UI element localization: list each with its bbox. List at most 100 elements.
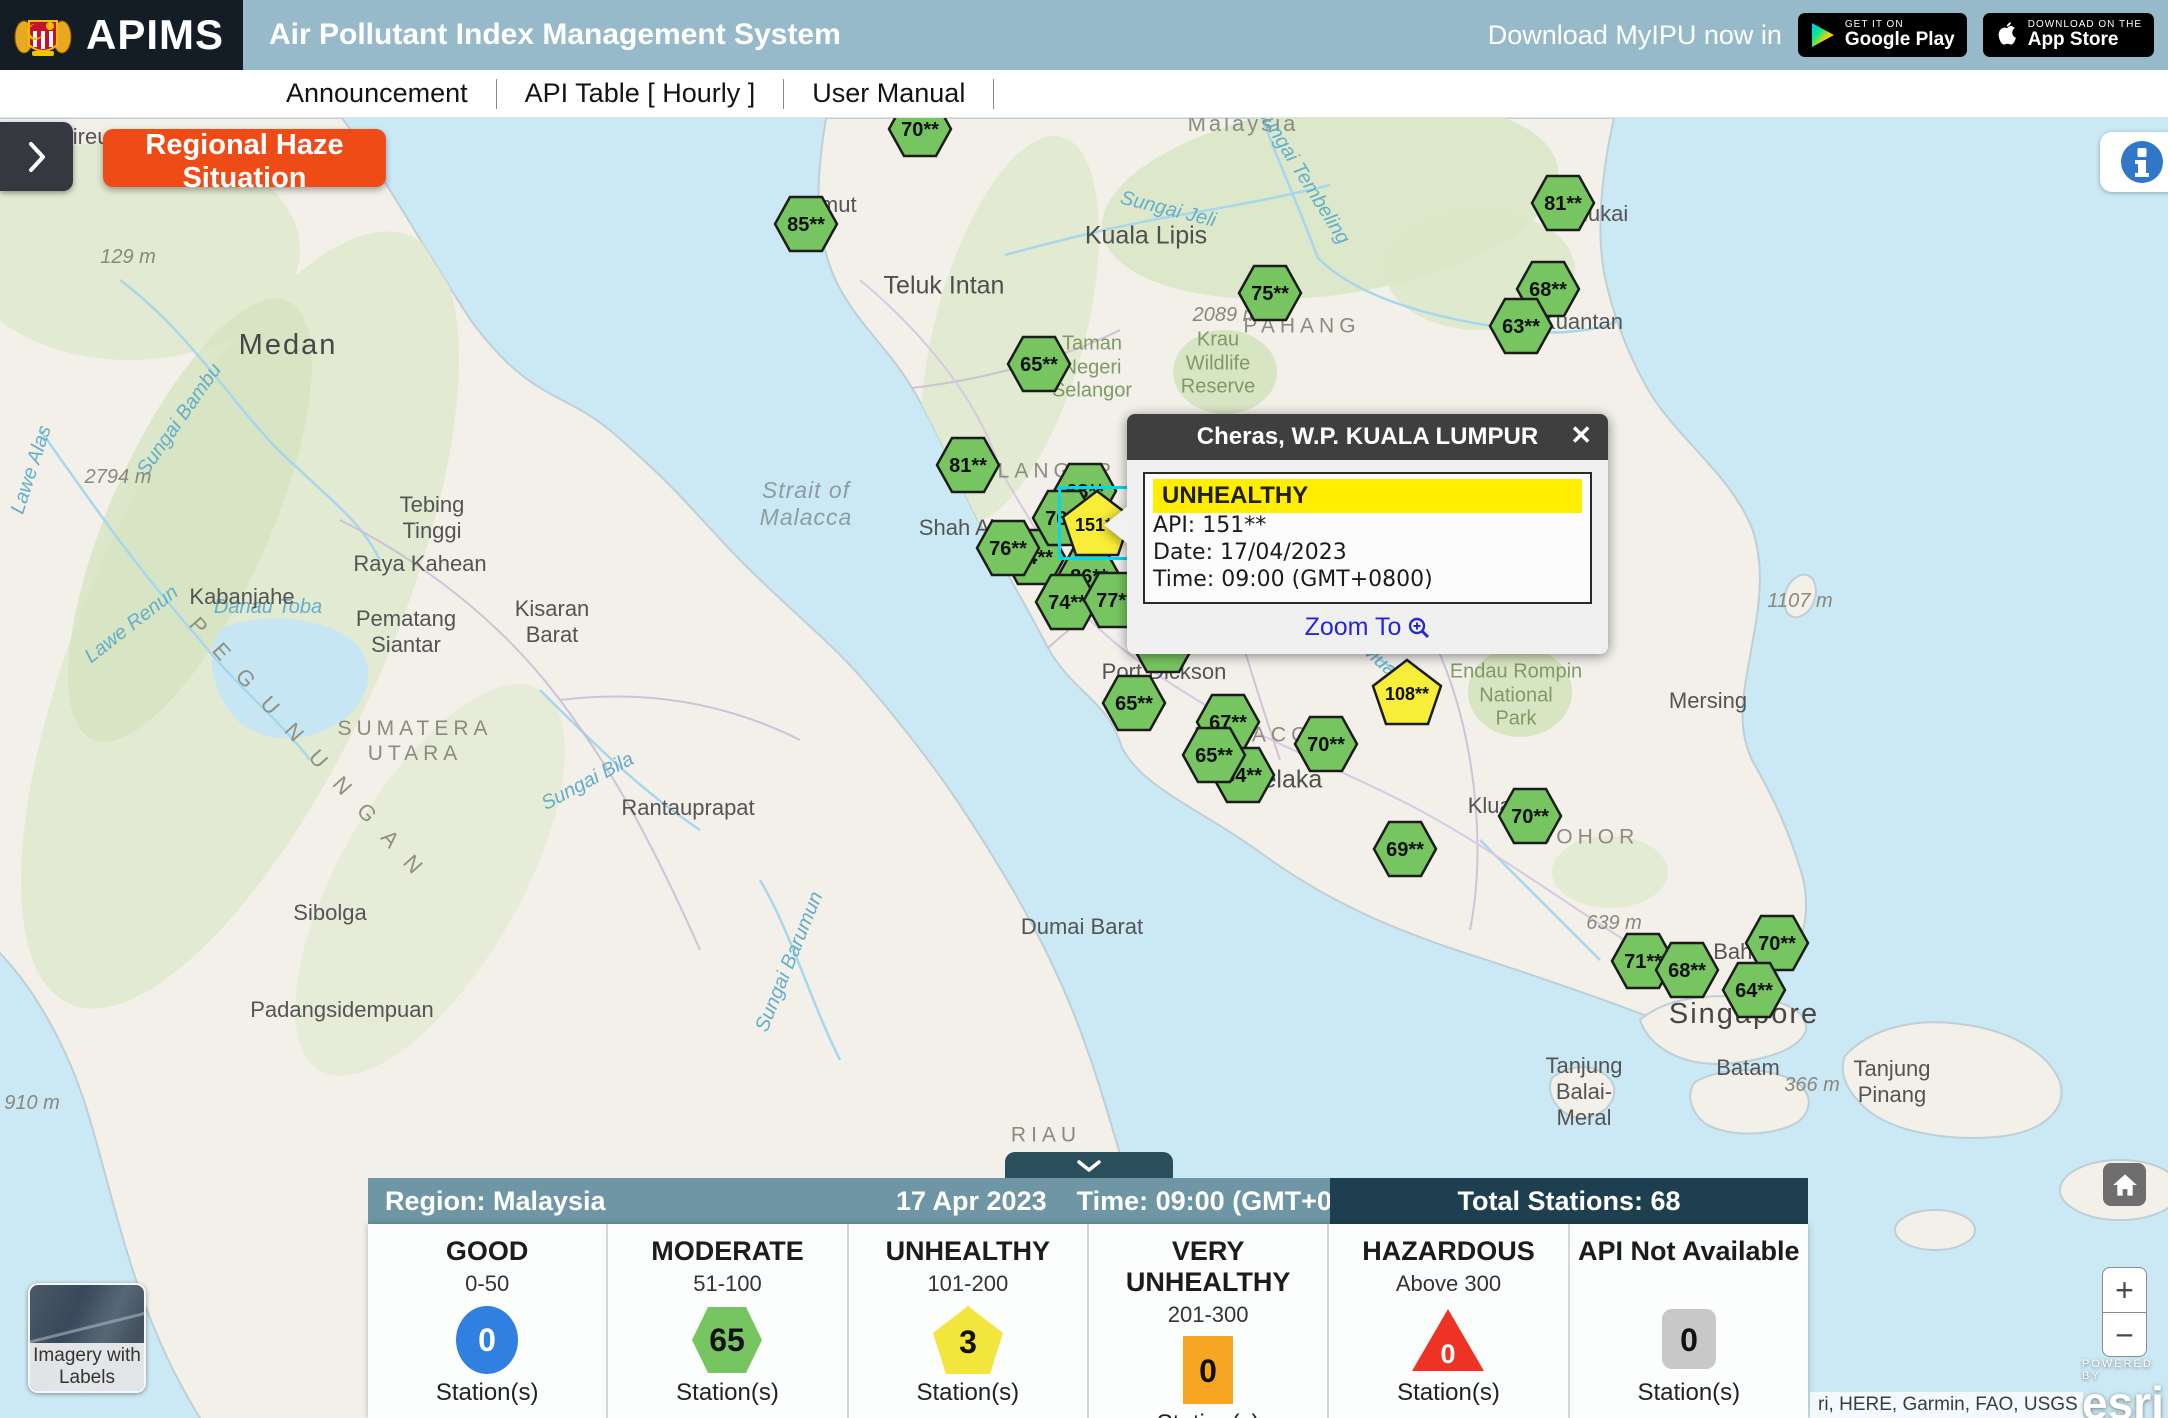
station-marker[interactable]: 65** — [1101, 674, 1167, 732]
legend-category-hazardous: HAZARDOUSAbove 3000Station(s) — [1329, 1224, 1569, 1418]
api-info-box: UNHEALTHY API: 151** Date: 17/04/2023 Ti… — [1143, 472, 1592, 604]
svg-text:65**: 65** — [1115, 693, 1153, 715]
svg-text:0: 0 — [1680, 1322, 1698, 1358]
app-store-badge[interactable]: Download on theApp Store — [1983, 13, 2154, 57]
page-title: Air Pollutant Index Management System — [269, 18, 841, 52]
category-name: UNHEALTHY — [849, 1236, 1087, 1267]
station-marker[interactable]: 69** — [1372, 820, 1438, 878]
home-icon — [2112, 1172, 2138, 1198]
station-marker[interactable]: 64** — [1721, 961, 1787, 1019]
station-marker[interactable]: 85** — [773, 195, 839, 253]
station-marker[interactable]: 70** — [1293, 715, 1359, 773]
category-name: API Not Available — [1570, 1236, 1808, 1267]
status-badge: UNHEALTHY — [1153, 479, 1582, 513]
nav-item-announcement[interactable]: Announcement — [258, 78, 496, 109]
station-popup: Cheras, W.P. KUALA LUMPUR ✕ UNHEALTHY AP… — [1127, 414, 1608, 654]
google-play-icon — [1810, 21, 1836, 49]
download-area: Download MyIPU now in GET IT ONGoogle Pl… — [1488, 13, 2154, 57]
svg-text:70**: 70** — [901, 119, 939, 141]
nav-separator — [993, 79, 994, 109]
zoom-out-button[interactable]: − — [2103, 1312, 2146, 1356]
legend-category-unhealthy: UNHEALTHY101-2003Station(s) — [849, 1224, 1089, 1418]
legend-shape-circle: 0 — [448, 1303, 526, 1377]
station-marker[interactable]: 108** — [1370, 657, 1444, 727]
station-marker[interactable]: 75** — [1237, 264, 1303, 322]
station-marker[interactable]: 65** — [1181, 726, 1247, 784]
svg-text:65**: 65** — [1020, 354, 1058, 376]
station-marker[interactable]: 81** — [1530, 174, 1596, 232]
popup-body: UNHEALTHY API: 151** Date: 17/04/2023 Ti… — [1127, 460, 1608, 654]
station-marker[interactable]: 70** — [887, 118, 953, 158]
app-store-text: App Store — [2028, 30, 2142, 50]
header-titlebar: Air Pollutant Index Management System Do… — [243, 0, 2168, 70]
station-marker[interactable]: 70** — [1497, 787, 1563, 845]
legend-shape-rounded: 0 — [1650, 1303, 1728, 1377]
svg-text:0: 0 — [478, 1322, 496, 1358]
google-play-text: Google Play — [1845, 30, 1955, 50]
svg-text:69**: 69** — [1386, 839, 1424, 861]
map-container[interactable]: Bireuen129 mMedanSungai Bambu2794 mLawe … — [0, 118, 2168, 1418]
category-name: HAZARDOUS — [1329, 1236, 1567, 1267]
google-play-badge[interactable]: GET IT ONGoogle Play — [1798, 13, 1967, 57]
magnifier-plus-icon — [1408, 617, 1430, 639]
chevron-down-icon — [1076, 1159, 1102, 1173]
category-unit: Station(s) — [608, 1379, 846, 1407]
category-name: VERY UNHEALTHY — [1089, 1236, 1327, 1298]
category-unit: Station(s) — [1570, 1379, 1808, 1407]
regional-haze-button[interactable]: Regional Haze Situation — [103, 129, 386, 187]
svg-text:75**: 75** — [1251, 283, 1289, 305]
malaysia-coat-of-arms-logo — [12, 7, 74, 63]
basemap-toggle-thumbnail[interactable]: Imagery with Labels — [28, 1283, 146, 1393]
svg-text:81**: 81** — [1544, 193, 1582, 215]
category-unit: Station(s) — [849, 1379, 1087, 1407]
main-nav: AnnouncementAPI Table [ Hourly ]User Man… — [0, 70, 2168, 118]
brand-block: APIMS — [0, 0, 243, 70]
legend-datetime: 17 Apr 2023 Time: 09:00 (GMT+0800) — [896, 1186, 1386, 1217]
basemap-toggle-label: Imagery with Labels — [30, 1343, 144, 1391]
legend-shape-hexagon: 65 — [688, 1303, 766, 1377]
legend-collapse-tab[interactable] — [1005, 1152, 1173, 1179]
zoom-to-link[interactable]: Zoom To — [1305, 613, 1431, 642]
legend-date: 17 Apr 2023 — [896, 1186, 1047, 1217]
api-time: Time: 09:00 (GMT+0800) — [1153, 567, 1582, 594]
zoom-control: + − — [2102, 1267, 2147, 1357]
svg-text:70**: 70** — [1511, 806, 1549, 828]
svg-text:74**: 74** — [1048, 592, 1086, 614]
station-marker[interactable]: 81** — [935, 436, 1001, 494]
category-range: 51-100 — [608, 1271, 846, 1299]
legend-category-very-unhealthy: VERY UNHEALTHY201-3000Station(s) — [1089, 1224, 1329, 1418]
sidebar-expand-tab[interactable] — [0, 122, 73, 191]
svg-text:64**: 64** — [1735, 980, 1773, 1002]
station-marker[interactable]: 63** — [1488, 297, 1554, 355]
app-header: APIMS Air Pollutant Index Management Sys… — [0, 0, 2168, 70]
nav-item-api-table-hourly[interactable]: API Table [ Hourly ] — [497, 78, 784, 109]
svg-text:65**: 65** — [1195, 745, 1233, 767]
home-extent-button[interactable] — [2103, 1163, 2146, 1206]
station-marker[interactable]: 65** — [1006, 335, 1072, 393]
category-range: 0-50 — [368, 1271, 606, 1299]
esri-logo: esri — [2082, 1382, 2168, 1418]
apims-app: APIMS Air Pollutant Index Management Sys… — [0, 0, 2168, 1418]
station-marker[interactable]: 76** — [975, 519, 1041, 577]
svg-text:65: 65 — [710, 1322, 746, 1358]
info-button[interactable] — [2100, 132, 2168, 192]
zoom-in-button[interactable]: + — [2103, 1268, 2146, 1312]
svg-text:81**: 81** — [949, 455, 987, 477]
station-marker[interactable]: 68** — [1654, 941, 1720, 999]
category-unit: Station(s) — [1089, 1410, 1327, 1418]
svg-text:63**: 63** — [1502, 316, 1540, 338]
svg-text:70**: 70** — [1758, 933, 1796, 955]
legend-shape-triangle: 0 — [1409, 1303, 1487, 1377]
nav-item-user-manual[interactable]: User Manual — [784, 78, 993, 109]
category-range — [1570, 1271, 1808, 1299]
svg-text:0: 0 — [1441, 1339, 1456, 1369]
svg-text:85**: 85** — [787, 214, 825, 236]
chevron-right-icon — [27, 141, 47, 173]
svg-text:68**: 68** — [1668, 960, 1706, 982]
svg-text:0: 0 — [1199, 1353, 1217, 1389]
category-unit: Station(s) — [368, 1379, 606, 1407]
close-icon[interactable]: ✕ — [1570, 422, 1592, 448]
legend-categories-panel: GOOD0-500Station(s)MODERATE51-10065Stati… — [368, 1224, 1808, 1418]
svg-text:108**: 108** — [1385, 684, 1429, 704]
app-abbreviation: APIMS — [86, 11, 224, 59]
